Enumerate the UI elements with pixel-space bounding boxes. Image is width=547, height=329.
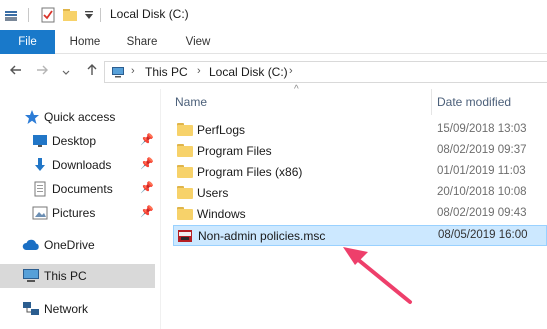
ribbon-tabs: File Home Share View [0,30,547,54]
new-folder-icon[interactable] [62,7,78,26]
navigation-pane: Quick access Desktop 📌 Downloads 📌 Docum… [0,89,160,329]
title-separator [28,8,29,22]
pin-icon[interactable]: 📌 [140,157,154,170]
column-headers: ^ Name Date modified [161,84,547,115]
nav-label: Desktop [52,134,97,148]
nav-item-downloads[interactable]: Downloads 📌 [0,153,155,177]
msc-console-icon [177,228,193,247]
list-item[interactable]: Program Files 08/02/2019 09:37 [173,141,547,162]
tab-file[interactable]: File [0,30,55,54]
title-bar: Local Disk (C:) [0,0,547,30]
up-arrow-icon[interactable] [84,63,100,81]
nav-item-this-pc[interactable]: This PC [0,264,155,288]
network-icon [22,301,40,320]
documents-icon [32,181,48,200]
folder-icon [177,165,193,178]
nav-item-quick-access[interactable]: Quick access [0,105,155,129]
list-item[interactable]: Windows 08/02/2019 09:43 [173,204,547,225]
file-name: Windows [197,207,246,221]
tab-view[interactable]: View [172,30,224,54]
nav-item-onedrive[interactable]: OneDrive [0,233,155,257]
forward-arrow-icon[interactable] [34,63,50,81]
nav-label: Quick access [44,110,116,124]
file-date: 15/09/2018 13:03 [437,123,527,135]
file-name: PerfLogs [197,123,246,137]
computer-icon [22,268,40,287]
address-row: › This PC › Local Disk (C:) › [0,55,547,89]
pin-icon[interactable]: 📌 [140,133,154,146]
address-bar[interactable]: › This PC › Local Disk (C:) › [104,61,547,83]
folder-icon [177,123,193,136]
file-date: 20/10/2018 10:08 [437,186,527,198]
file-list: ^ Name Date modified PerfLogs 15/09/2018… [161,84,547,329]
file-date: 08/02/2019 09:37 [437,144,527,156]
nav-item-documents[interactable]: Documents 📌 [0,177,155,201]
nav-label: OneDrive [44,238,95,252]
breadcrumb-chevron-icon[interactable]: › [131,65,135,77]
list-item[interactable]: PerfLogs 15/09/2018 13:03 [173,120,547,141]
file-date: 08/05/2019 16:00 [438,229,528,241]
column-header-name[interactable]: Name [175,95,207,109]
nav-item-desktop[interactable]: Desktop 📌 [0,129,155,153]
explorer-app-icon [4,7,20,26]
star-icon [24,109,40,128]
nav-label: Network [44,302,89,316]
file-name: Program Files [197,144,272,158]
tab-home[interactable]: Home [58,30,112,54]
column-divider[interactable] [431,89,432,115]
breadcrumb-chevron-icon-3[interactable]: › [289,65,293,77]
this-pc-small-icon [111,66,125,81]
desktop-icon [32,133,48,152]
file-name: Non-admin policies.msc [198,229,326,243]
back-arrow-icon[interactable] [8,63,24,81]
file-name: Program Files (x86) [197,165,303,179]
nav-item-pictures[interactable]: Pictures 📌 [0,201,155,225]
properties-icon[interactable] [40,7,56,26]
nav-item-network[interactable]: Network [0,297,155,321]
pin-icon[interactable]: 📌 [140,205,154,218]
list-item[interactable]: Users 20/10/2018 10:08 [173,183,547,204]
download-icon [32,157,48,176]
nav-label: Documents [52,182,113,196]
list-item-selected[interactable]: Non-admin policies.msc 08/05/2019 16:00 [173,225,547,246]
breadcrumb-local-disk[interactable]: Local Disk (C:) [209,65,288,79]
breadcrumb-this-pc[interactable]: This PC [145,65,188,79]
window-title: Local Disk (C:) [110,7,189,21]
breadcrumb-chevron-icon-2[interactable]: › [197,65,201,77]
nav-label: This PC [44,269,87,283]
folder-icon [177,207,193,220]
nav-label: Downloads [52,158,112,172]
nav-label: Pictures [52,206,96,220]
pin-icon[interactable]: 📌 [140,181,154,194]
list-item[interactable]: Program Files (x86) 01/01/2019 11:03 [173,162,547,183]
tab-share[interactable]: Share [116,30,168,54]
cloud-icon [22,237,40,256]
pictures-icon [32,205,48,224]
folder-icon [177,186,193,199]
column-header-date[interactable]: Date modified [437,95,511,109]
folder-icon [177,144,193,157]
file-date: 01/01/2019 11:03 [437,165,526,177]
file-date: 08/02/2019 09:43 [437,207,527,219]
title-separator-2 [100,8,101,22]
customize-toolbar-chevron-icon[interactable] [84,9,94,23]
recent-locations-chevron-icon[interactable] [58,65,74,83]
sort-ascending-icon: ^ [294,84,299,95]
file-name: Users [197,186,229,200]
